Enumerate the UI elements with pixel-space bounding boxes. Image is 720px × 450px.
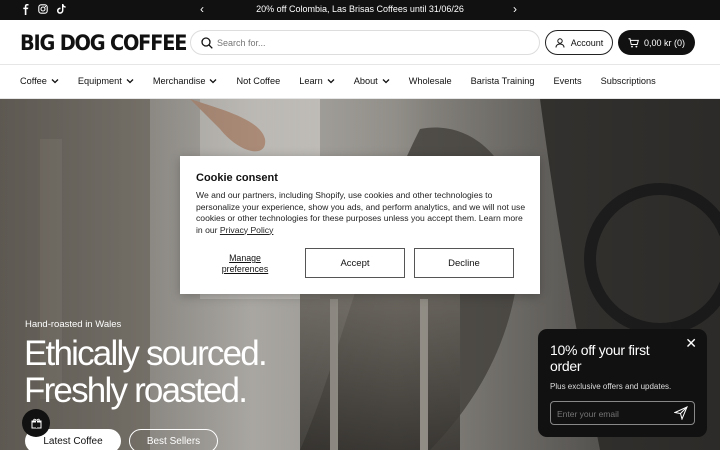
cart-button[interactable]: 0,00 kr (0) [618, 30, 695, 55]
site-header: BIG DOG COFFEE Account 0,00 kr (0) [0, 20, 720, 65]
nav-item-label: Barista Training [470, 76, 535, 86]
email-input[interactable] [557, 406, 667, 421]
site-logo[interactable]: BIG DOG COFFEE [20, 31, 187, 55]
decline-button[interactable]: Decline [414, 248, 514, 278]
promo-title: 10% off your first order [550, 342, 650, 374]
chevron-down-icon [209, 79, 217, 84]
cookie-body: We and our partners, including Shopify, … [196, 190, 526, 236]
cookie-title: Cookie consent [196, 172, 278, 184]
search-icon [201, 37, 213, 49]
nav-item-label: About [353, 76, 378, 86]
chevron-down-icon [382, 79, 390, 84]
cart-icon [628, 37, 639, 47]
hero-headline-line-1: Ethically sourced. [24, 334, 268, 373]
send-icon[interactable] [674, 406, 688, 420]
user-icon [555, 37, 565, 48]
accept-button[interactable]: Accept [305, 248, 405, 278]
chevron-down-icon [327, 79, 335, 84]
hero-headline: Ethically sourced. Freshly roasted. [24, 334, 268, 410]
nav-item-not-coffee[interactable]: Not Coffee [236, 76, 280, 86]
nav-item-equipment[interactable]: Equipment [78, 76, 134, 86]
nav-item-label: Merchandise [152, 76, 206, 86]
best-sellers-button[interactable]: Best Sellers [129, 429, 218, 450]
cart-label: 0,00 kr (0) [643, 37, 685, 48]
announcement-message: 20% off Colombia, Las Brisas Coffees unt… [256, 4, 464, 14]
close-icon[interactable]: ✕ [685, 335, 697, 352]
nav-item-label: Subscriptions [600, 76, 656, 86]
nav-item-barista-training[interactable]: Barista Training [471, 76, 535, 86]
nav-item-label: Coffee [20, 76, 47, 86]
chevron-down-icon [51, 79, 59, 84]
nav-item-wholesale[interactable]: Wholesale [409, 76, 452, 86]
nav-item-label: Learn [299, 76, 323, 86]
hero-headline-line-2: Freshly roasted. [24, 371, 248, 410]
search-input[interactable] [217, 34, 517, 52]
account-label: Account [570, 37, 604, 48]
chevron-down-icon [126, 79, 134, 84]
announcement-bar: ‹ 20% off Colombia, Las Brisas Coffees u… [0, 0, 720, 20]
hero-tagline: Hand-roasted in Wales [25, 319, 122, 330]
nav-item-events[interactable]: Events [553, 76, 581, 86]
manage-preferences-link[interactable]: Manage preferences [210, 253, 280, 275]
nav-item-label: Not Coffee [236, 76, 281, 86]
promo-subtitle: Plus exclusive offers and updates. [550, 382, 672, 391]
nav-item-label: Equipment [77, 76, 122, 86]
announcement-next-button[interactable]: › [513, 2, 517, 16]
gift-icon [31, 418, 41, 428]
cookie-consent-dialog: Cookie consent We and our partners, incl… [180, 156, 540, 294]
nav-item-learn[interactable]: Learn [299, 76, 335, 86]
nav-item-subscriptions[interactable]: Subscriptions [601, 76, 656, 86]
privacy-policy-link[interactable]: Privacy Policy [220, 225, 273, 235]
account-button[interactable]: Account [545, 30, 613, 55]
nav-item-label: Events [553, 76, 582, 86]
newsletter-popup: ✕ 10% off your first order Plus exclusiv… [538, 329, 707, 437]
nav-item-about[interactable]: About [354, 76, 390, 86]
email-field[interactable] [550, 401, 695, 425]
nav-item-merchandise[interactable]: Merchandise [153, 76, 218, 86]
rewards-launcher[interactable] [22, 409, 50, 437]
main-nav: Coffee Equipment Merchandise Not Coffee Lear… [0, 65, 720, 99]
nav-item-coffee[interactable]: Coffee [20, 76, 59, 86]
nav-item-label: Wholesale [408, 76, 452, 86]
search-bar[interactable] [190, 30, 540, 55]
